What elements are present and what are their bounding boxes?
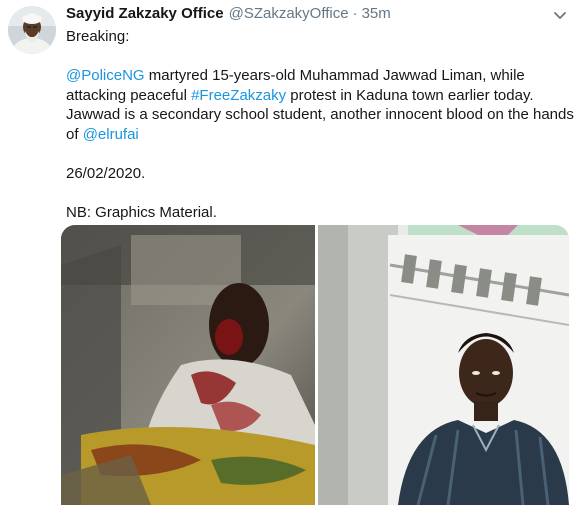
tweet-text-fragment: martyred 15-years-old Muhammad Jawwad Li…: [144, 67, 525, 84]
tweet-text-fragment: of: [66, 125, 83, 143]
avatar-image: [8, 6, 56, 54]
tweet-note: NB: Graphics Material.: [66, 203, 217, 221]
tweet-date: 26/02/2020.: [66, 164, 146, 182]
tweet-line: Breaking:: [66, 28, 130, 45]
tweet-header: Sayyid Zakzaky Office @SZakzakyOffice · …: [66, 5, 391, 27]
media-grid: [61, 225, 569, 505]
tweet-line: attacking peaceful #FreeZakzaky protest …: [66, 86, 566, 106]
tweet-text-fragment: attacking peaceful: [66, 86, 192, 104]
avatar[interactable]: [8, 6, 56, 54]
tweet-line: @PoliceNG martyred 15-years-old Muhammad…: [66, 66, 566, 86]
tweet-text: Breaking: @PoliceNG martyred 15-years-ol…: [66, 27, 574, 222]
separator-dot: ·: [352, 5, 358, 22]
tweet-timestamp[interactable]: 35m: [362, 5, 391, 22]
tweet-line: of @elrufai: [66, 125, 566, 145]
author-name[interactable]: Sayyid Zakzaky Office: [66, 5, 224, 22]
mention-policeng[interactable]: @PoliceNG: [66, 67, 145, 84]
photo-left[interactable]: [61, 225, 315, 505]
chevron-down-icon[interactable]: [552, 9, 568, 21]
hashtag-freezakzaky[interactable]: #FreeZakzaky: [191, 87, 286, 104]
mention-elrufai[interactable]: @elrufai: [83, 126, 139, 143]
photo-right[interactable]: [318, 225, 569, 505]
tweet-card: Sayyid Zakzaky Office @SZakzakyOffice · …: [0, 0, 582, 505]
author-handle[interactable]: @SZakzakyOffice: [229, 5, 349, 22]
tweet-line: Jawwad is a secondary school student, an…: [66, 106, 574, 123]
tweet-text-fragment: protest in Kaduna town earlier today.: [286, 86, 534, 104]
